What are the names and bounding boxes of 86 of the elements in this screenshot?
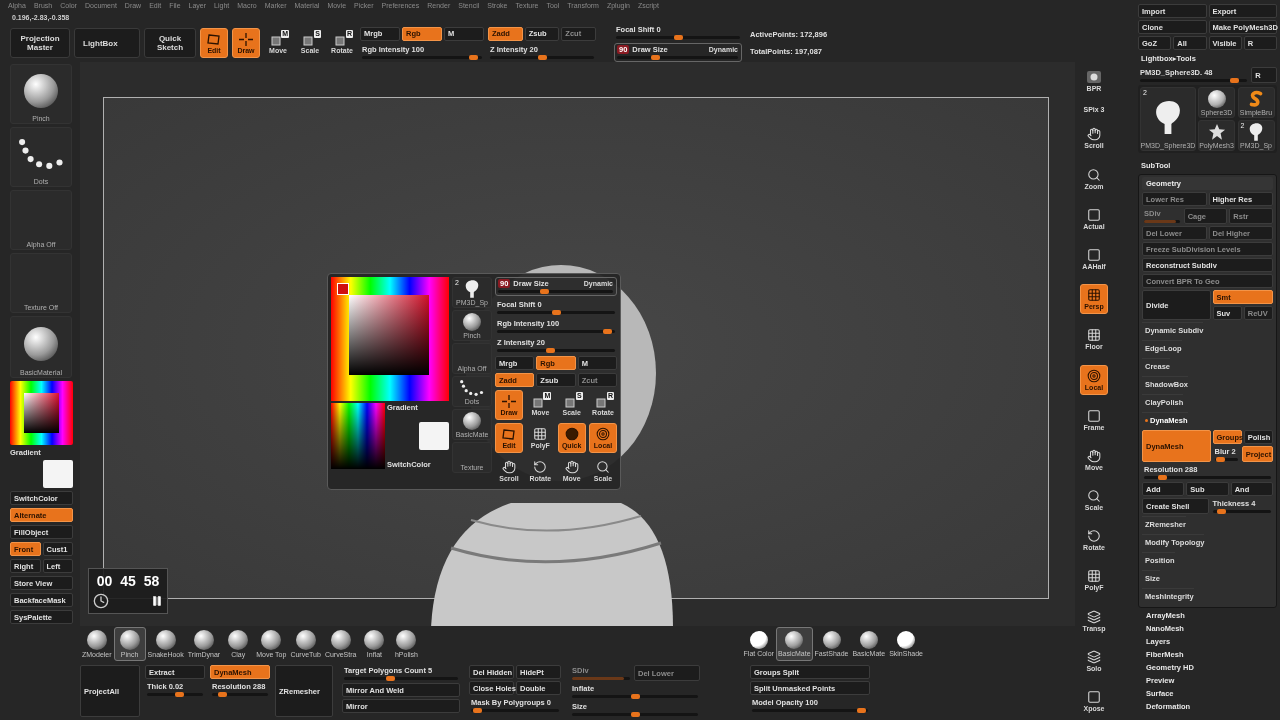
grid-icon [1087, 328, 1101, 343]
grid-icon [1087, 288, 1101, 303]
material-sphere-icon [463, 412, 481, 430]
quad-icon [502, 427, 516, 441]
crosshair-icon [239, 32, 253, 46]
slider-thumb[interactable] [1217, 509, 1227, 514]
crosshair-icon [502, 394, 516, 408]
dots-icon [459, 379, 485, 397]
brush-sphere-icon [364, 630, 385, 650]
flat-sphere-icon [897, 631, 916, 649]
dot-icon [564, 427, 579, 441]
quick-sketch-button[interactable]: Quick Sketch [144, 28, 196, 58]
grid-icon [1087, 569, 1101, 584]
sphere-icon [1207, 90, 1226, 108]
rotate-icon [533, 460, 548, 474]
frame-icon [1087, 247, 1101, 262]
brush-sphere-icon [228, 630, 249, 650]
layers-icon [1087, 649, 1101, 664]
brush-sphere-icon [119, 630, 140, 650]
lightbox-button[interactable]: LightBox [74, 28, 140, 58]
brush-sphere-icon [86, 630, 107, 650]
rotate-icon [1087, 529, 1101, 544]
slider-track[interactable] [1214, 458, 1238, 461]
quad-icon [207, 32, 221, 46]
timer-digits: 00 [96, 573, 113, 589]
slider-thumb[interactable] [468, 54, 478, 60]
slider-thumb[interactable] [856, 708, 866, 713]
timer-digits: 58 [143, 573, 160, 589]
frame-icon [1087, 408, 1101, 423]
slider-thumb[interactable] [602, 329, 612, 334]
material-sphere-icon [785, 631, 804, 649]
brush-sphere-icon [295, 630, 316, 650]
slider-thumb[interactable] [386, 676, 395, 681]
brush-sphere-icon [396, 630, 417, 650]
hand-icon [1087, 448, 1101, 463]
gradient-spectrum[interactable] [331, 403, 385, 469]
target-icon [596, 427, 610, 441]
slider-thumb[interactable] [673, 35, 683, 40]
zoom-icon [596, 460, 610, 474]
material-sphere-icon [24, 326, 58, 361]
grid-icon [533, 427, 548, 441]
zoom-icon [1087, 167, 1101, 182]
clock-icon [93, 593, 109, 609]
star-icon [1207, 123, 1226, 141]
slider-thumb[interactable] [546, 348, 556, 353]
target-icon [1087, 368, 1101, 383]
projection-master-button[interactable]: Projection Master [10, 28, 70, 58]
timer-digits: 45 [120, 573, 136, 589]
brush-sphere-icon [463, 313, 481, 331]
sculpted-head-icon [463, 277, 481, 299]
frame-icon [1087, 207, 1101, 222]
slider-thumb[interactable] [630, 712, 640, 717]
material-sphere-icon [822, 631, 841, 649]
flat-sphere-icon [749, 631, 768, 649]
slider-thumb[interactable] [1158, 475, 1168, 480]
slider-thumb[interactable] [650, 55, 660, 60]
swirl-icon [1247, 90, 1265, 108]
slider-thumb[interactable] [540, 289, 550, 294]
layers-icon [1087, 609, 1101, 624]
material-sphere-icon [859, 631, 878, 649]
brush-sphere-icon [24, 73, 58, 108]
render-preview-icon [1086, 70, 1102, 84]
zoom-icon [1087, 489, 1101, 504]
frame-icon [1087, 690, 1101, 704]
slider-thumb[interactable] [472, 708, 482, 713]
slider-thumb[interactable] [1230, 78, 1240, 83]
slider-thumb[interactable] [1215, 457, 1225, 462]
hand-icon [502, 460, 516, 474]
slider-thumb[interactable] [217, 692, 227, 697]
color-picker[interactable] [10, 381, 73, 445]
dots-icon [17, 136, 65, 171]
color-swatch[interactable] [43, 460, 73, 488]
slider-thumb[interactable] [551, 310, 561, 315]
brush-sphere-icon [155, 630, 176, 650]
slider-thumb[interactable] [630, 694, 640, 699]
sculpted-head-icon [1247, 120, 1265, 142]
slider-thumb[interactable] [175, 692, 185, 697]
color-picker[interactable] [331, 277, 449, 401]
color-swatch[interactable] [419, 422, 449, 450]
brush-sphere-icon [261, 630, 282, 650]
brush-sphere-icon [194, 630, 214, 650]
hand-icon [1087, 127, 1101, 142]
hand-icon [564, 460, 579, 474]
brush-sphere-icon [330, 630, 351, 650]
slider-thumb[interactable] [537, 54, 547, 60]
pause-icon[interactable] [151, 595, 163, 607]
